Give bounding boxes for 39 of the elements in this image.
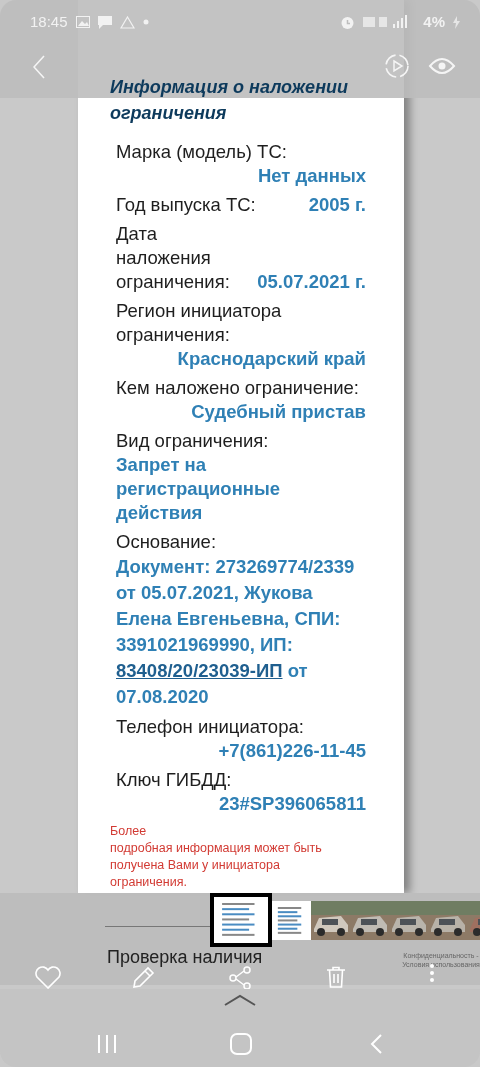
alarm-icon <box>340 14 356 30</box>
field-value: Краснодарский край <box>176 347 366 371</box>
document-link[interactable]: 83408/20/23039-ИП <box>116 660 283 681</box>
field-label: Регион инициатора ограничения: <box>116 299 283 347</box>
field-value: 2005 г. <box>308 193 366 217</box>
chevron-up-icon[interactable] <box>224 994 256 1006</box>
field-value: Запрет на регистрационные действия <box>116 453 282 525</box>
field-value: Судебный пристав <box>190 400 366 424</box>
photo-caption: Проверка наличия <box>107 948 263 966</box>
charging-icon <box>453 15 460 29</box>
field-label: Ключ ГИБДД: <box>116 768 233 792</box>
field-label: Год выпуска ТС: <box>116 193 256 217</box>
chevron-left-icon <box>33 55 45 79</box>
section-title: Информация о наложении ограничения <box>110 76 349 125</box>
notice-text: Более подробная информация может быть получена Вами у инициатора ограничения. <box>110 823 323 891</box>
heart-icon[interactable] <box>34 966 62 990</box>
field-label: Кем наложено ограничение: <box>116 376 360 400</box>
field-value: 05.07.2021 г. <box>257 270 366 294</box>
field-label: Дата наложения ограничения: <box>116 222 231 294</box>
warning-icon <box>119 15 135 29</box>
field-value: 23#SP396065811 <box>217 792 366 816</box>
edit-icon[interactable] <box>131 966 155 990</box>
home-icon[interactable] <box>230 1033 252 1055</box>
recent-apps-icon[interactable] <box>97 1034 117 1054</box>
motion-play-icon[interactable] <box>383 52 411 80</box>
field-label: Вид ограничения: <box>116 429 270 453</box>
field-label: Телефон инициатора: <box>116 715 305 739</box>
field-value: Документ: 273269774/2339 от 05.07.2021, Жукова Елена Евгеньевна, СПИ: 3391021969990, ИП: 83408/20/23039-ИП от 07.08.2020 <box>116 555 356 709</box>
field-value: +7(861)226-11-45 <box>217 739 366 763</box>
eye-icon[interactable] <box>428 56 456 76</box>
delete-icon[interactable] <box>326 966 346 988</box>
message-icon <box>97 15 112 29</box>
image-icon <box>75 16 90 28</box>
dot-icon <box>142 19 149 25</box>
field-value: Нет данных <box>256 164 366 188</box>
field-label: Марка (модель) ТС: <box>116 140 288 164</box>
share-icon[interactable] <box>228 966 252 990</box>
back-icon[interactable] <box>370 1034 382 1054</box>
field-label: Основание: <box>116 530 218 554</box>
